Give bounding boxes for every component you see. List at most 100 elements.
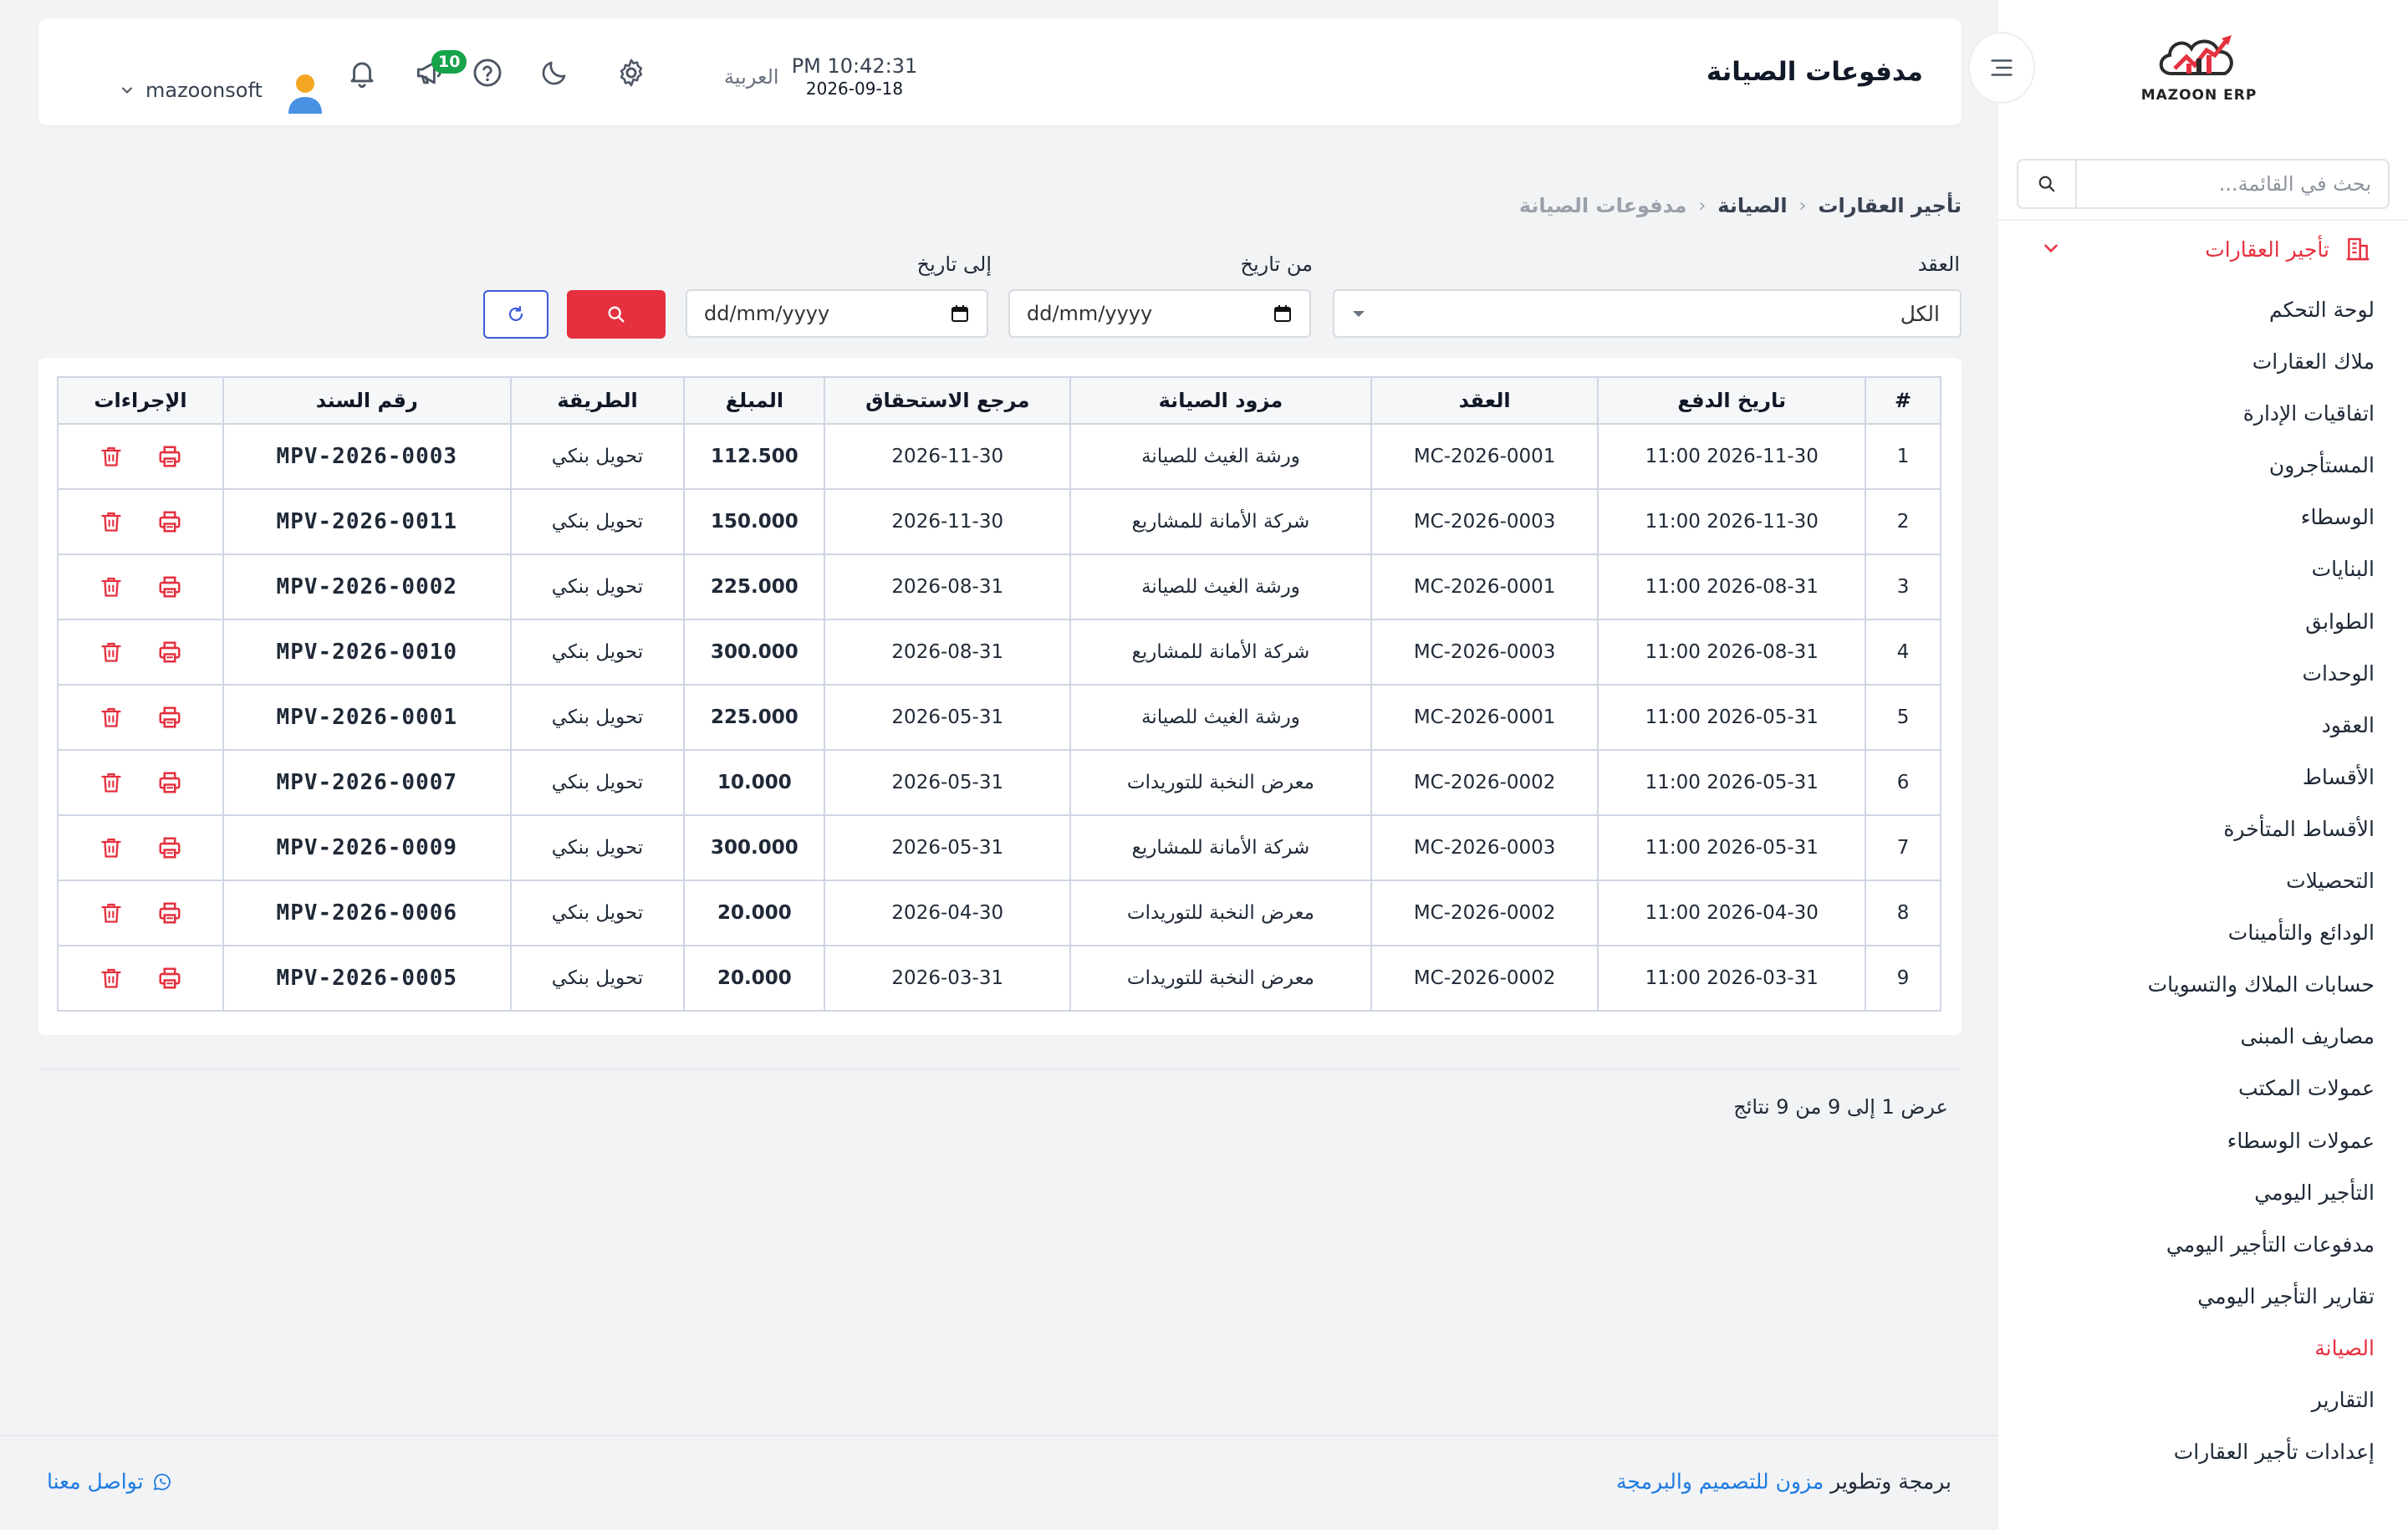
sidebar-item-collections[interactable]: التحصيلات xyxy=(2023,855,2375,907)
calendar-icon[interactable] xyxy=(950,303,970,324)
sidebar-item-daily-rental-reports[interactable]: تقارير التأجير اليومي xyxy=(2023,1271,2375,1323)
sidebar-item-management-agreements[interactable]: اتفاقيات الإدارة xyxy=(2023,388,2375,440)
trash-icon[interactable] xyxy=(94,440,128,473)
trash-icon[interactable] xyxy=(94,961,128,995)
sidebar-item-office-commissions[interactable]: عمولات المكتب xyxy=(2023,1063,2375,1114)
trash-icon[interactable] xyxy=(94,701,128,734)
print-icon[interactable] xyxy=(153,766,186,799)
sidebar-item-maintenance[interactable]: الصيانة xyxy=(2023,1323,2375,1374)
sidebar-item-owners[interactable]: ملاك العقارات xyxy=(2023,336,2375,388)
breadcrumb-item-maintenance[interactable]: الصيانة xyxy=(1717,194,1787,217)
sidebar-item-dashboard[interactable]: لوحة التحكم xyxy=(2023,284,2375,336)
print-icon[interactable] xyxy=(153,831,186,864)
chevron-down-icon[interactable] xyxy=(119,82,135,102)
print-icon[interactable] xyxy=(153,896,186,930)
clock-date: 2026-09-18 xyxy=(805,79,904,99)
column-header-contract[interactable]: العقد xyxy=(1370,376,1599,425)
header-clock: PM 10:42:31 2026-09-18 xyxy=(788,54,921,99)
column-header-method[interactable]: الطريقة xyxy=(509,376,686,425)
column-header-due-reference[interactable]: مرجع الاستحقاق xyxy=(824,376,1072,425)
contract-select[interactable]: الكل xyxy=(1333,289,1962,338)
sidebar-item-installments[interactable]: الأقساط xyxy=(2023,752,2375,803)
column-header-provider[interactable]: مزود الصيانة xyxy=(1069,376,1372,425)
settings-icon[interactable] xyxy=(614,55,649,90)
search-button[interactable] xyxy=(567,290,666,339)
from-date-input[interactable]: dd/mm/yyyy xyxy=(1008,289,1311,338)
column-header-voucher[interactable]: رقم السند xyxy=(222,376,512,425)
cell-contract-link[interactable]: MC-2026-0003 xyxy=(1370,814,1599,881)
cell-contract-link[interactable]: MC-2026-0003 xyxy=(1370,619,1599,686)
sidebar-item-settings[interactable]: إعدادات تأجير العقارات xyxy=(2023,1426,2375,1478)
cell-contract-link[interactable]: MC-2026-0001 xyxy=(1370,423,1599,490)
trash-icon[interactable] xyxy=(94,570,128,604)
print-icon[interactable] xyxy=(153,440,186,473)
sidebar-item-building-expenses[interactable]: مصاريف المبنى xyxy=(2023,1011,2375,1063)
language-switch[interactable]: العربية xyxy=(724,65,779,89)
print-icon[interactable] xyxy=(153,635,186,669)
sidebar-toggle-button[interactable] xyxy=(1968,32,2035,104)
trash-icon[interactable] xyxy=(94,896,128,930)
sidebar-item-brokers[interactable]: الوسطاء xyxy=(2023,492,2375,543)
cell-contract-link[interactable]: MC-2026-0002 xyxy=(1370,945,1599,1012)
sidebar-item-reports[interactable]: التقارير xyxy=(2023,1374,2375,1426)
logo-text: MAZOON ERP xyxy=(2140,87,2258,104)
contact-link[interactable]: تواصل معنا xyxy=(47,1470,172,1494)
sidebar-item-daily-rental[interactable]: التأجير اليومي xyxy=(2023,1167,2375,1219)
sidebar-item-contracts[interactable]: العقود xyxy=(2023,700,2375,752)
sidebar-item-deposits[interactable]: الودائع والتأمينات xyxy=(2023,907,2375,959)
bell-icon[interactable] xyxy=(344,55,380,90)
sidebar-menu: لوحة التحكم ملاك العقارات اتفاقيات الإدا… xyxy=(2023,284,2375,1478)
cell-contract-link[interactable]: MC-2026-0002 xyxy=(1370,880,1599,946)
cell-contract-link[interactable]: MC-2026-0001 xyxy=(1370,553,1599,620)
column-header-amount[interactable]: المبلغ xyxy=(683,376,826,425)
cell-due-reference: 2026-11-30 xyxy=(824,488,1072,555)
help-icon[interactable] xyxy=(470,55,505,90)
sidebar-item-floors[interactable]: الطوابق xyxy=(2023,596,2375,648)
calendar-icon[interactable] xyxy=(1273,303,1293,324)
from-date-value: dd/mm/yyyy xyxy=(1027,302,1153,325)
cell-contract-link[interactable]: MC-2026-0001 xyxy=(1370,684,1599,751)
breadcrumb-item-real-estate[interactable]: تأجير العقارات xyxy=(1818,194,1962,217)
sidebar-item-units[interactable]: الوحدات xyxy=(2023,648,2375,700)
username[interactable]: mazoonsoft xyxy=(145,79,263,102)
sidebar-item-daily-rental-payments[interactable]: مدفوعات التأجير اليومي xyxy=(2023,1219,2375,1271)
print-icon[interactable] xyxy=(153,505,186,538)
avatar[interactable] xyxy=(286,72,324,115)
sidebar-item-overdue-installments[interactable]: الأقساط المتأخرة xyxy=(2023,803,2375,855)
search-icon[interactable] xyxy=(2018,161,2077,207)
sidebar-search xyxy=(2017,159,2390,209)
print-icon[interactable] xyxy=(153,570,186,604)
cell-actions xyxy=(57,814,224,881)
column-header-payment-date[interactable]: تاريخ الدفع xyxy=(1597,376,1867,425)
sidebar-item-tenants[interactable]: المستأجرون xyxy=(2023,440,2375,492)
trash-icon[interactable] xyxy=(94,635,128,669)
sidebar-item-broker-commissions[interactable]: عمولات الوسطاء xyxy=(2023,1115,2375,1167)
cell-provider: ورشة الغيث للصيانة xyxy=(1069,423,1372,490)
cell-amount: 225.000 xyxy=(683,553,826,620)
trash-icon[interactable] xyxy=(94,505,128,538)
column-header-index[interactable]: # xyxy=(1865,376,1941,425)
top-header: مدفوعات الصيانة PM 10:42:31 2026-09-18 ا… xyxy=(38,18,1962,125)
reset-button[interactable] xyxy=(483,290,548,339)
cell-voucher-number: MPV-2026-0009 xyxy=(222,814,512,881)
print-icon[interactable] xyxy=(153,701,186,734)
app-logo[interactable]: MAZOON ERP xyxy=(2136,30,2262,114)
cell-method: تحويل بنكي xyxy=(509,945,686,1012)
moon-icon[interactable] xyxy=(537,55,572,90)
cell-amount: 150.000 xyxy=(683,488,826,555)
cell-amount: 20.000 xyxy=(683,880,826,946)
sidebar-group-real-estate[interactable]: تأجير العقارات xyxy=(1998,227,2408,271)
to-date-input[interactable]: dd/mm/yyyy xyxy=(686,289,988,338)
cell-contract-link[interactable]: MC-2026-0002 xyxy=(1370,749,1599,816)
cell-contract-link[interactable]: MC-2026-0003 xyxy=(1370,488,1599,555)
sidebar-item-buildings[interactable]: البنايات xyxy=(2023,543,2375,595)
trash-icon[interactable] xyxy=(94,831,128,864)
sidebar-item-owner-accounts[interactable]: حسابات الملاك والتسويات xyxy=(2023,959,2375,1011)
cell-amount: 225.000 xyxy=(683,684,826,751)
cell-due-reference: 2026-08-31 xyxy=(824,619,1072,686)
trash-icon[interactable] xyxy=(94,766,128,799)
sidebar-search-input[interactable] xyxy=(2077,161,2388,207)
whatsapp-icon xyxy=(153,1473,171,1490)
print-icon[interactable] xyxy=(153,961,186,995)
footer-brand-link[interactable]: مزون للتصميم والبرمجة xyxy=(1616,1470,1824,1494)
